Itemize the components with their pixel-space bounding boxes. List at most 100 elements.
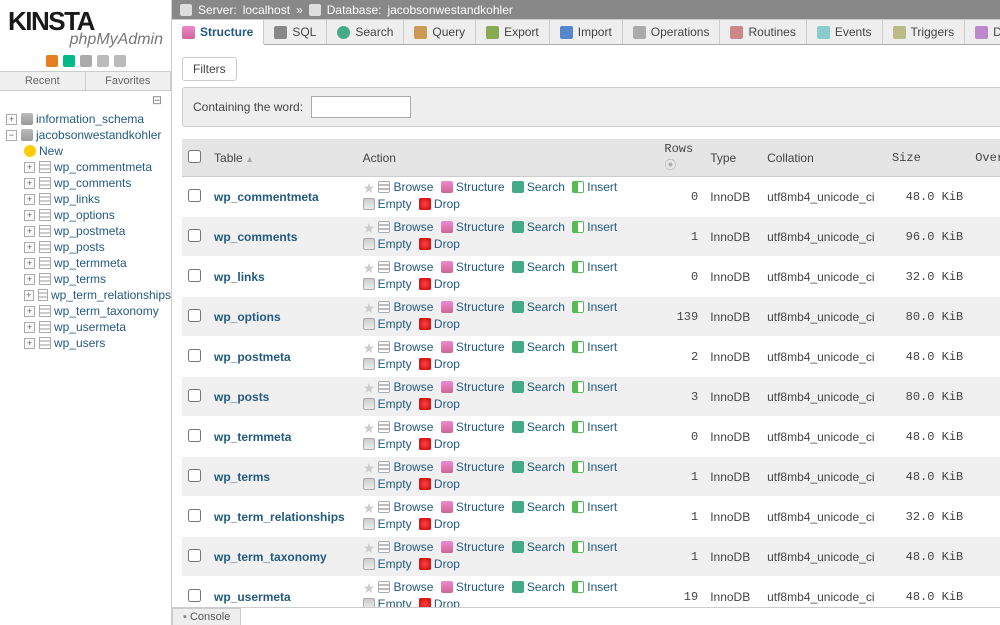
table-name[interactable]: wp_options [214, 310, 281, 324]
insert-action[interactable]: Insert [572, 260, 617, 274]
favorite-star-icon[interactable]: ★ [363, 300, 376, 316]
empty-action[interactable]: Empty [363, 317, 412, 331]
insert-action[interactable]: Insert [572, 180, 617, 194]
collapse-handle[interactable]: ⊟ [0, 91, 171, 109]
structure-action[interactable]: Structure [441, 380, 505, 394]
row-checkbox[interactable] [188, 229, 201, 242]
new-table-node[interactable]: New [4, 143, 171, 159]
toggle-icon[interactable]: − [6, 130, 17, 141]
table-node[interactable]: +wp_term_relationships [4, 287, 171, 303]
insert-action[interactable]: Insert [572, 580, 617, 594]
toggle-icon[interactable]: + [24, 194, 35, 205]
reload-icon[interactable] [114, 55, 126, 67]
browse-action[interactable]: Browse [378, 300, 433, 314]
search-action[interactable]: Search [512, 260, 565, 274]
console-tab[interactable]: Console [172, 608, 241, 625]
browse-action[interactable]: Browse [378, 220, 433, 234]
table-name[interactable]: wp_termmeta [214, 430, 291, 444]
toggle-icon[interactable]: + [24, 338, 35, 349]
favorite-star-icon[interactable]: ★ [363, 460, 376, 476]
favorite-star-icon[interactable]: ★ [363, 180, 376, 196]
drop-action[interactable]: Drop [419, 357, 460, 371]
insert-action[interactable]: Insert [572, 340, 617, 354]
structure-action[interactable]: Structure [441, 500, 505, 514]
empty-action[interactable]: Empty [363, 437, 412, 451]
empty-action[interactable]: Empty [363, 237, 412, 251]
table-label[interactable]: wp_term_taxonomy [54, 304, 159, 318]
search-action[interactable]: Search [512, 220, 565, 234]
insert-action[interactable]: Insert [572, 220, 617, 234]
structure-action[interactable]: Structure [441, 460, 505, 474]
browse-action[interactable]: Browse [378, 380, 433, 394]
structure-action[interactable]: Structure [441, 420, 505, 434]
nav-sql-icon[interactable] [97, 55, 109, 67]
db-node[interactable]: +information_schema [4, 111, 171, 127]
table-node[interactable]: + wp_postmeta [4, 223, 171, 239]
tab-structure[interactable]: Structure [172, 19, 264, 45]
empty-action[interactable]: Empty [363, 277, 412, 291]
tab-triggers[interactable]: Triggers [883, 19, 966, 44]
table-node[interactable]: +wp_terms [4, 271, 171, 287]
search-action[interactable]: Search [512, 500, 565, 514]
toggle-icon[interactable]: + [24, 162, 35, 173]
table-label[interactable]: wp_comments [54, 176, 131, 190]
favorite-star-icon[interactable]: ★ [363, 540, 376, 556]
empty-action[interactable]: Empty [363, 517, 412, 531]
table-node[interactable]: +wp_usermeta [4, 319, 171, 335]
toggle-icon[interactable]: + [24, 242, 35, 253]
browse-action[interactable]: Browse [378, 180, 433, 194]
db-node[interactable]: −jacobsonwestandkohler [4, 127, 171, 143]
table-node[interactable]: + wp_comments [4, 175, 171, 191]
favorite-star-icon[interactable]: ★ [363, 580, 376, 596]
table-node[interactable]: +wp_commentmeta [4, 159, 171, 175]
table-name[interactable]: wp_usermeta [214, 590, 291, 604]
tab-query[interactable]: Query [404, 19, 476, 44]
row-checkbox[interactable] [188, 389, 201, 402]
favorite-star-icon[interactable]: ★ [363, 380, 376, 396]
structure-action[interactable]: Structure [441, 260, 505, 274]
empty-action[interactable]: Empty [363, 557, 412, 571]
favorite-star-icon[interactable]: ★ [363, 260, 376, 276]
table-name[interactable]: wp_term_taxonomy [214, 550, 327, 564]
table-label[interactable]: wp_term_relationships [51, 288, 171, 302]
col-rows[interactable]: Rows ⦿ [658, 139, 704, 177]
col-overhead[interactable]: Overhead [969, 139, 1000, 177]
tab-export[interactable]: Export [476, 19, 550, 44]
insert-action[interactable]: Insert [572, 540, 617, 554]
search-action[interactable]: Search [512, 540, 565, 554]
logout-icon[interactable] [63, 55, 75, 67]
table-node[interactable]: +wp_options [4, 207, 171, 223]
row-checkbox[interactable] [188, 509, 201, 522]
drop-action[interactable]: Drop [419, 277, 460, 291]
drop-action[interactable]: Drop [419, 557, 460, 571]
col-size[interactable]: Size [886, 139, 969, 177]
insert-action[interactable]: Insert [572, 460, 617, 474]
drop-action[interactable]: Drop [419, 477, 460, 491]
table-label[interactable]: wp_postmeta [54, 224, 125, 238]
tab-operations[interactable]: Operations [623, 19, 721, 44]
toggle-icon[interactable]: + [24, 274, 35, 285]
browse-action[interactable]: Browse [378, 540, 433, 554]
tab-events[interactable]: Events [807, 19, 883, 44]
toggle-icon[interactable]: + [24, 322, 35, 333]
search-action[interactable]: Search [512, 380, 565, 394]
table-node[interactable]: +wp_users [4, 335, 171, 351]
search-action[interactable]: Search [512, 180, 565, 194]
home-icon[interactable] [46, 55, 58, 67]
toggle-icon[interactable]: + [24, 178, 35, 189]
browse-action[interactable]: Browse [378, 500, 433, 514]
col-table[interactable]: Table [208, 139, 357, 177]
table-name[interactable]: wp_term_relationships [214, 510, 345, 524]
table-node[interactable]: +wp_links [4, 191, 171, 207]
tab-import[interactable]: Import [550, 19, 623, 44]
structure-action[interactable]: Structure [441, 340, 505, 354]
table-name[interactable]: wp_posts [214, 390, 269, 404]
row-checkbox[interactable] [188, 309, 201, 322]
toggle-icon[interactable]: + [24, 226, 35, 237]
toggle-icon[interactable]: + [6, 114, 17, 125]
tab-favorites[interactable]: Favorites [86, 72, 172, 90]
new-label[interactable]: New [39, 144, 63, 158]
drop-action[interactable]: Drop [419, 437, 460, 451]
header-checkbox[interactable] [188, 150, 201, 163]
containing-input[interactable] [311, 96, 411, 118]
